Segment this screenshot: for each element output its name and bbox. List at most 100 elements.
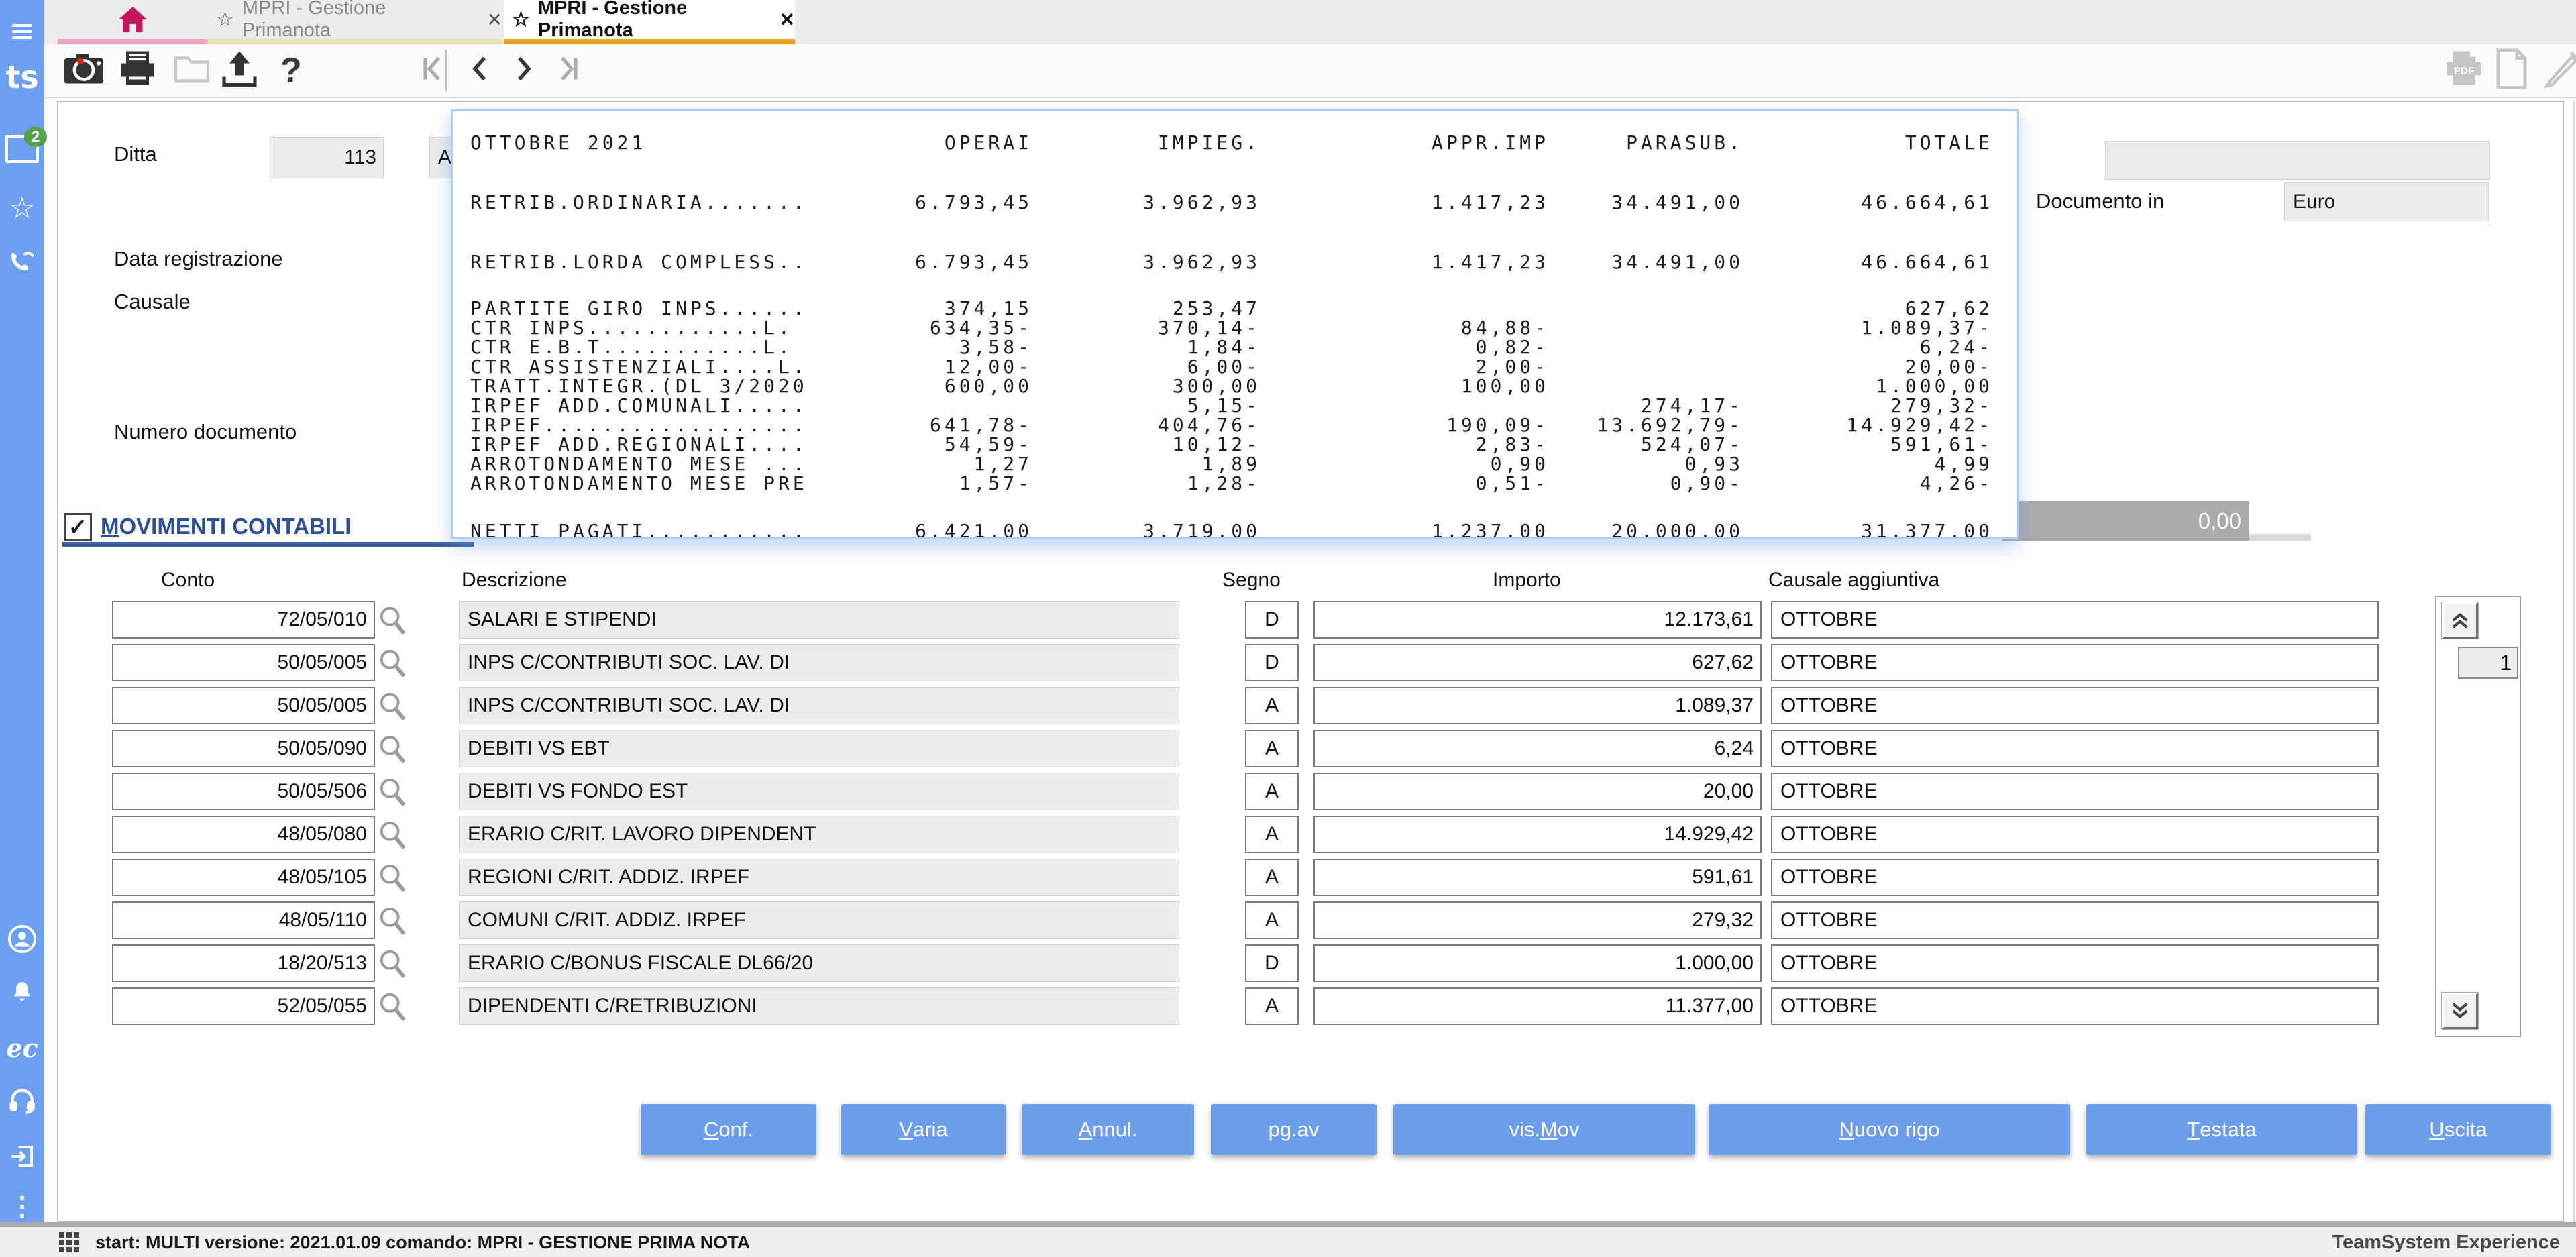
tab-star-icon[interactable]: ☆ — [512, 8, 530, 32]
importo-input[interactable]: 12.173,61 — [1313, 601, 1762, 639]
search-icon[interactable] — [377, 690, 408, 723]
button-conf[interactable]: Conf. — [641, 1104, 816, 1155]
importo-input[interactable]: 14.929,42 — [1313, 816, 1762, 853]
last-record-icon[interactable] — [551, 54, 581, 87]
importo-input[interactable]: 1.089,37 — [1313, 687, 1762, 724]
tab-label[interactable]: MPRI - Gestione Primanota — [538, 0, 761, 42]
ditta-description-field[interactable]: A — [429, 137, 452, 178]
print-icon[interactable] — [118, 50, 157, 91]
search-icon[interactable] — [377, 990, 408, 1024]
new-document-icon[interactable] — [2494, 49, 2529, 93]
prev-record-icon[interactable] — [466, 54, 495, 87]
movimenti-checkbox[interactable]: ✓ — [64, 513, 92, 541]
user-icon[interactable] — [0, 920, 44, 958]
first-record-icon[interactable] — [420, 54, 449, 87]
segno-input[interactable]: A — [1245, 987, 1299, 1025]
descrizione-field[interactable]: INPS C/CONTRIBUTI SOC. LAV. DI — [459, 644, 1179, 681]
button-nuovo-rigo[interactable]: Nuovo rigo — [1709, 1104, 2070, 1155]
search-icon[interactable] — [377, 904, 408, 938]
segno-input[interactable]: D — [1245, 944, 1299, 982]
button-uscita[interactable]: Uscita — [2365, 1104, 2551, 1155]
search-icon[interactable] — [377, 604, 408, 637]
menu-icon[interactable] — [0, 16, 44, 47]
importo-input[interactable]: 1.000,00 — [1313, 944, 1762, 982]
causale-aggiuntiva-input[interactable]: OTTOBRE — [1771, 773, 2379, 810]
help-icon[interactable]: ? — [280, 50, 302, 91]
button-pg-av[interactable]: pg.av — [1211, 1104, 1377, 1155]
more-options-icon[interactable]: ⋮ — [0, 1190, 44, 1223]
documento-in-field[interactable]: Euro — [2284, 182, 2489, 221]
tab-home[interactable] — [58, 0, 208, 39]
importo-input[interactable]: 627,62 — [1313, 644, 1762, 681]
importo-input[interactable]: 20,00 — [1313, 773, 1762, 810]
tab-close-icon[interactable]: ✕ — [780, 9, 795, 31]
pdf-print-icon[interactable]: PDF — [2445, 50, 2483, 91]
edit-icon[interactable] — [2541, 50, 2576, 91]
conto-input[interactable]: 48/05/105 — [112, 859, 375, 896]
descrizione-field[interactable]: SALARI E STIPENDI — [459, 601, 1179, 639]
search-icon[interactable] — [377, 861, 408, 895]
causale-aggiuntiva-input[interactable]: OTTOBRE — [1771, 601, 2379, 639]
importo-input[interactable]: 11.377,00 — [1313, 987, 1762, 1025]
search-icon[interactable] — [377, 775, 408, 809]
descrizione-field[interactable]: ERARIO C/RIT. LAVORO DIPENDENT — [459, 816, 1179, 853]
tab-gestione-primanota-1[interactable]: ☆ MPRI - Gestione Primanota ✕ — [208, 0, 502, 39]
conto-input[interactable]: 50/05/005 — [112, 644, 375, 681]
causale-aggiuntiva-input[interactable]: OTTOBRE — [1771, 687, 2379, 724]
causale-aggiuntiva-input[interactable]: OTTOBRE — [1771, 859, 2379, 896]
descrizione-field[interactable]: INPS C/CONTRIBUTI SOC. LAV. DI — [459, 687, 1179, 724]
causale-aggiuntiva-input[interactable]: OTTOBRE — [1771, 644, 2379, 681]
conto-input[interactable]: 50/05/005 — [112, 687, 375, 724]
search-icon[interactable] — [377, 947, 408, 981]
search-icon[interactable] — [377, 647, 408, 680]
conto-input[interactable]: 48/05/080 — [112, 816, 375, 853]
importo-input[interactable]: 591,61 — [1313, 859, 1762, 896]
page-number-field[interactable]: 1 — [2458, 647, 2518, 679]
tab-label[interactable]: MPRI - Gestione Primanota — [242, 0, 468, 42]
descrizione-field[interactable]: COMUNI C/RIT. ADDIZ. IRPEF — [459, 901, 1179, 939]
causale-aggiuntiva-input[interactable]: OTTOBRE — [1771, 901, 2379, 939]
scroll-bottom-button[interactable] — [2442, 993, 2478, 1029]
ec-logo-icon[interactable]: ec — [0, 1029, 44, 1067]
logout-icon[interactable] — [0, 1138, 44, 1175]
search-icon[interactable] — [377, 818, 408, 852]
descrizione-field[interactable]: DEBITI VS EBT — [459, 730, 1179, 767]
header-extra-field[interactable] — [2105, 141, 2490, 180]
folder-icon[interactable] — [173, 53, 211, 89]
segno-input[interactable]: A — [1245, 773, 1299, 810]
importo-input[interactable]: 279,32 — [1313, 901, 1762, 939]
segno-input[interactable]: A — [1245, 730, 1299, 767]
descrizione-field[interactable]: REGIONI C/RIT. ADDIZ. IRPEF — [459, 859, 1179, 896]
conto-input[interactable]: 52/05/055 — [112, 987, 375, 1025]
phone-icon[interactable] — [0, 243, 44, 280]
causale-aggiuntiva-input[interactable]: OTTOBRE — [1771, 816, 2379, 853]
grid-icon[interactable] — [59, 1232, 79, 1252]
conto-input[interactable]: 72/05/010 — [112, 601, 375, 639]
causale-aggiuntiva-input[interactable]: OTTOBRE — [1771, 730, 2379, 767]
conto-input[interactable]: 50/05/090 — [112, 730, 375, 767]
upload-icon[interactable] — [220, 50, 259, 91]
conto-input[interactable]: 50/05/506 — [112, 773, 375, 810]
windows-copy-icon[interactable]: 2 — [0, 129, 44, 169]
headset-icon[interactable] — [0, 1083, 44, 1120]
segno-input[interactable]: A — [1245, 687, 1299, 724]
segno-input[interactable]: D — [1245, 601, 1299, 639]
tab-close-icon[interactable]: ✕ — [487, 9, 502, 31]
descrizione-field[interactable]: DEBITI VS FONDO EST — [459, 773, 1179, 810]
descrizione-field[interactable]: DIPENDENTI C/RETRIBUZIONI — [459, 987, 1179, 1025]
tab-gestione-primanota-2[interactable]: ☆ MPRI - Gestione Primanota ✕ — [504, 0, 795, 39]
favorites-star-icon[interactable]: ☆ — [0, 189, 44, 227]
tab-star-icon[interactable]: ☆ — [216, 8, 234, 32]
segno-input[interactable]: A — [1245, 901, 1299, 939]
scroll-top-button[interactable] — [2442, 602, 2478, 639]
bell-icon[interactable] — [0, 974, 44, 1012]
search-icon[interactable] — [377, 732, 408, 766]
next-record-icon[interactable] — [508, 54, 538, 87]
button-varia[interactable]: Varia — [841, 1104, 1006, 1155]
causale-aggiuntiva-input[interactable]: OTTOBRE — [1771, 987, 2379, 1025]
causale-aggiuntiva-input[interactable]: OTTOBRE — [1771, 944, 2379, 982]
conto-input[interactable]: 18/20/513 — [112, 944, 375, 982]
importo-input[interactable]: 6,24 — [1313, 730, 1762, 767]
button-vis-mov[interactable]: vis. Mov — [1393, 1104, 1695, 1155]
segno-input[interactable]: A — [1245, 859, 1299, 896]
